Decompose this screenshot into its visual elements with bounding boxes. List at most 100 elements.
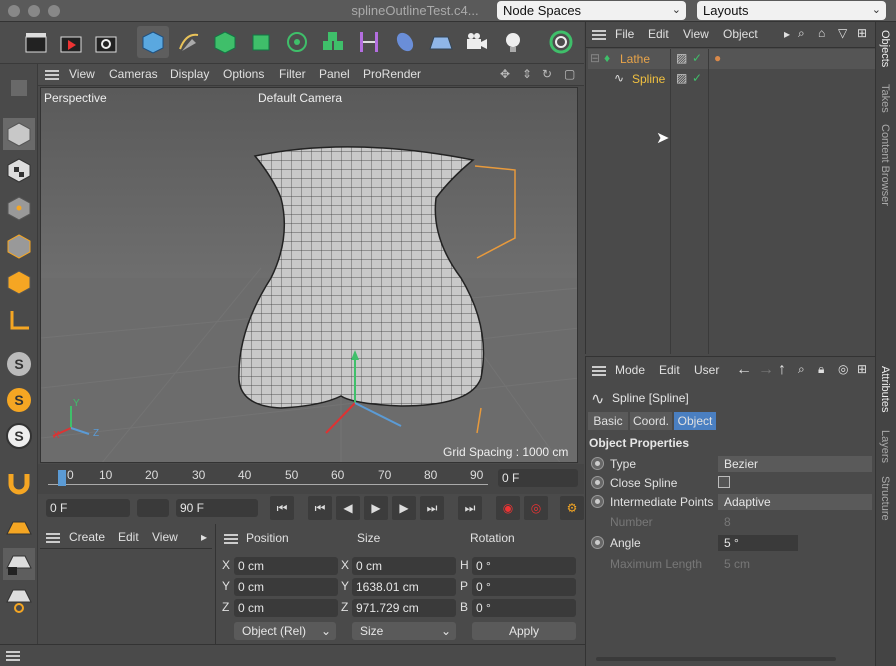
close-spline-checkbox[interactable] [718, 476, 730, 488]
3d-viewport[interactable]: Perspective Default Camera Y X Z Grid Sp… [40, 87, 578, 463]
menu-prorender[interactable]: ProRender [363, 67, 421, 81]
planar-workplane-button[interactable] [3, 584, 35, 616]
keyframe-settings-button[interactable]: ⚙ [560, 496, 584, 520]
field-button[interactable] [389, 26, 421, 58]
mograph-button[interactable] [281, 26, 313, 58]
menu-edit[interactable]: Edit [118, 530, 139, 544]
position-z-field[interactable]: 0 cm [234, 599, 338, 617]
lathe-name[interactable]: Lathe [620, 52, 650, 66]
apply-button[interactable]: Apply [472, 622, 576, 640]
tab-coord[interactable]: Coord. [630, 412, 672, 430]
layer-icon[interactable]: ▨ [676, 71, 687, 85]
range-slider[interactable] [137, 499, 169, 517]
hamburger-menu-icon[interactable] [6, 651, 20, 661]
array-button[interactable] [245, 26, 277, 58]
animate-radio[interactable] [591, 457, 604, 470]
tab-object[interactable]: Object [674, 412, 716, 430]
go-to-end-button[interactable]: ⏭ [458, 496, 482, 520]
up-arrow-icon[interactable]: ↑ [778, 361, 786, 379]
filter-icon[interactable]: ▽ [838, 26, 847, 40]
record-keys-button[interactable]: ◉ [496, 496, 520, 520]
search-icon[interactable]: ⌕ [798, 26, 805, 41]
pen-tool-button[interactable] [173, 26, 205, 58]
menu-view[interactable]: View [152, 530, 178, 544]
light-button[interactable] [497, 26, 529, 58]
node-spaces-dropdown[interactable]: Node Spaces ⌄ [497, 1, 686, 20]
menu-object[interactable]: Object [723, 27, 758, 41]
floor-button[interactable] [425, 26, 457, 58]
subdivision-button[interactable] [209, 26, 241, 58]
more-menu-icon[interactable]: ▸ [201, 530, 207, 544]
next-key-button[interactable]: ⏭ [420, 496, 444, 520]
angle-field[interactable]: 5 ° [718, 535, 798, 551]
object-row-lathe[interactable]: ⊟ ♦ Lathe ▨ ✓ ● [588, 49, 875, 69]
size-z-field[interactable]: 971.729 cm [352, 599, 456, 617]
edges-mode-button[interactable] [3, 230, 35, 262]
rotate-view-icon[interactable]: ↻ [542, 67, 552, 81]
target-icon[interactable]: ◎ [838, 362, 848, 376]
new-window-icon[interactable]: ⊞ [857, 362, 867, 376]
cube-button[interactable] [137, 26, 169, 58]
polygons-mode-button[interactable] [3, 266, 35, 298]
position-x-field[interactable]: 0 cm [234, 557, 338, 575]
hamburger-menu-icon[interactable] [224, 534, 238, 544]
tab-takes[interactable]: Takes [879, 84, 891, 113]
forward-arrow-icon[interactable]: → [758, 361, 774, 379]
zoom-window-button[interactable] [48, 5, 60, 17]
go-to-start-button[interactable]: ⏮ [270, 496, 294, 520]
menu-options[interactable]: Options [223, 67, 264, 81]
horizontal-scrollbar[interactable] [596, 657, 836, 661]
spline-name[interactable]: Spline [632, 72, 665, 86]
animate-radio[interactable] [591, 495, 604, 508]
deformer-button[interactable] [353, 26, 385, 58]
menu-edit[interactable]: Edit [648, 27, 669, 41]
layouts-dropdown[interactable]: Layouts ⌄ [697, 1, 886, 20]
texture-mode-button[interactable] [3, 154, 35, 186]
rotation-h-field[interactable]: 0 ° [472, 557, 576, 575]
snap-button[interactable]: S [3, 348, 35, 380]
playhead[interactable] [58, 470, 66, 486]
hamburger-menu-icon[interactable] [592, 366, 606, 376]
prev-key-button[interactable]: ⏮ [308, 496, 332, 520]
back-arrow-icon[interactable]: ← [736, 361, 752, 379]
end-frame-field[interactable]: 90 F [176, 499, 258, 517]
more-menu-icon[interactable]: ▸ [784, 27, 790, 41]
snap-settings-button[interactable]: S [3, 420, 35, 452]
tab-attributes[interactable]: Attributes [879, 366, 891, 412]
render-picture-viewer-button[interactable] [55, 26, 87, 58]
maximize-view-icon[interactable]: ▢ [564, 67, 575, 81]
cloner-button[interactable] [317, 26, 349, 58]
position-y-field[interactable]: 0 cm [234, 578, 338, 596]
tab-content-browser[interactable]: Content Browser [879, 124, 891, 206]
animate-radio[interactable] [591, 536, 604, 549]
lock-icon[interactable]: 🔒︎ [818, 362, 824, 377]
object-row-spline[interactable]: ∿ Spline ▨ ✓ [588, 69, 875, 89]
menu-filter[interactable]: Filter [279, 67, 306, 81]
tab-structure[interactable]: Structure [879, 476, 891, 521]
size-mode-select[interactable]: Size ⌄ [352, 622, 456, 640]
tab-basic[interactable]: Basic [588, 412, 628, 430]
menu-view[interactable]: View [683, 27, 709, 41]
start-frame-field[interactable]: 0 F [46, 499, 130, 517]
workplane-grid-button[interactable] [3, 512, 35, 544]
menu-file[interactable]: File [615, 27, 634, 41]
autokey-button[interactable]: ◎ [524, 496, 548, 520]
tag-icon[interactable]: ● [714, 51, 721, 65]
new-window-icon[interactable]: ⊞ [857, 26, 867, 40]
layer-icon[interactable]: ▨ [676, 51, 687, 65]
animate-radio[interactable] [591, 476, 604, 489]
visible-check-icon[interactable]: ✓ [692, 71, 702, 85]
workplane-button[interactable] [545, 26, 577, 58]
play-button[interactable]: ▶ [364, 496, 388, 520]
render-view-button[interactable] [20, 26, 52, 58]
size-x-field[interactable]: 0 cm [352, 557, 456, 575]
hamburger-menu-icon[interactable] [46, 533, 60, 543]
menu-display[interactable]: Display [170, 67, 209, 81]
rotation-p-field[interactable]: 0 ° [472, 578, 576, 596]
minimize-window-button[interactable] [28, 5, 40, 17]
axis-mode-button[interactable] [3, 304, 35, 336]
prev-frame-button[interactable]: ◀ [336, 496, 360, 520]
search-icon[interactable]: ⌕ [798, 362, 805, 377]
intermediate-points-select[interactable]: Adaptive [718, 494, 872, 510]
hamburger-menu-icon[interactable] [45, 70, 59, 80]
